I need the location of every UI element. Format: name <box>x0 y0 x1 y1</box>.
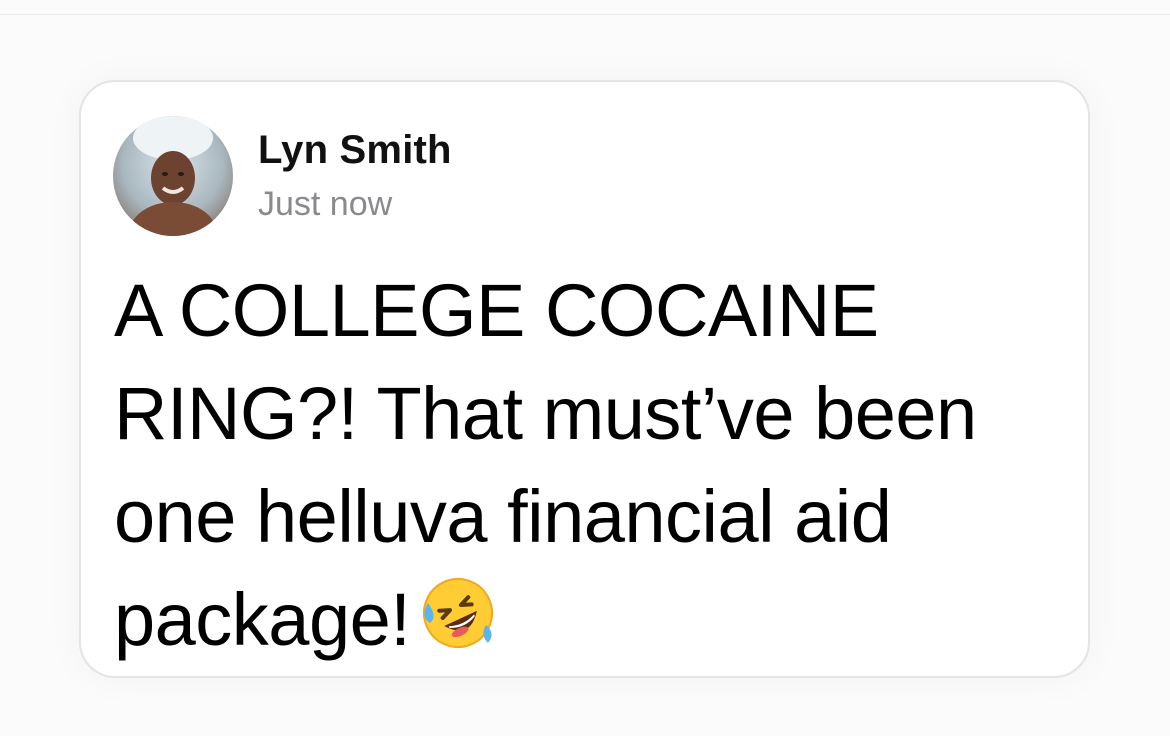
comment-card: Lyn Smith Just now A COLLEGE COCAINE RIN… <box>79 80 1090 678</box>
timestamp: Just now <box>258 185 393 223</box>
avatar-photo-icon <box>113 116 233 236</box>
avatar[interactable] <box>113 116 233 236</box>
top-divider <box>0 14 1170 15</box>
rolling-on-floor-laughing-emoji-icon <box>418 573 498 653</box>
author-name[interactable]: Lyn Smith <box>258 128 452 173</box>
post-text: A COLLEGE COCAINE RING?! That must’ve be… <box>114 269 977 661</box>
post-body: A COLLEGE COCAINE RING?! That must’ve be… <box>114 259 1064 671</box>
